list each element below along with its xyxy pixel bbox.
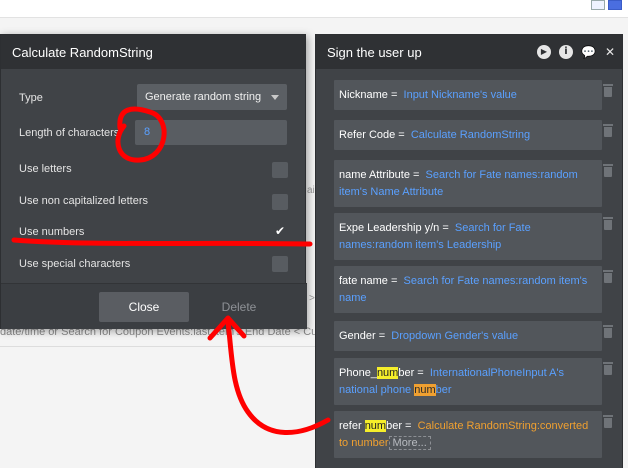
trash-icon[interactable]	[602, 270, 614, 283]
type-dropdown-value: Generate random string	[145, 91, 262, 103]
chevron-down-icon	[271, 95, 279, 100]
delete-button[interactable]: Delete	[204, 292, 274, 322]
view-toggle-active-icon[interactable]	[608, 0, 622, 10]
use-numbers-checkbox[interactable]: ✔	[272, 224, 288, 240]
field-value[interactable]: Dropdown Gender's value	[391, 330, 518, 342]
length-label: Length of characters	[19, 127, 120, 139]
view-toggle-group	[591, 0, 622, 10]
panel-title: Sign the user up	[327, 45, 422, 60]
field-key: name Attribute =	[339, 169, 420, 181]
trash-icon[interactable]	[602, 217, 614, 230]
close-icon[interactable]: ✕	[603, 45, 617, 59]
field-key: Phone_number =	[339, 367, 424, 379]
field-key: Nickname =	[339, 89, 398, 101]
field-row-nickname[interactable]: Nickname = Input Nickname's value	[334, 80, 602, 110]
field-row-name-attribute[interactable]: name Attribute = Search for Fate names:r…	[334, 160, 602, 207]
more-link[interactable]: More...	[388, 436, 431, 450]
trash-icon[interactable]	[602, 415, 614, 428]
field-row-gender[interactable]: Gender = Dropdown Gender's value	[334, 321, 602, 351]
play-icon[interactable]: ▶	[537, 45, 551, 59]
use-letters-checkbox[interactable]	[272, 162, 288, 178]
use-non-capitalized-checkbox[interactable]	[272, 194, 288, 210]
use-numbers-label: Use numbers	[19, 226, 85, 238]
field-key: Expe Leadership y/n =	[339, 222, 449, 234]
field-key: refer number =	[339, 420, 412, 432]
calculate-randomstring-dialog: Calculate RandomString Type Generate ran…	[0, 34, 307, 329]
sign-the-user-up-panel: Sign the user up ▶ i 💬 ✕ Nickname = Inpu…	[315, 34, 623, 468]
field-value[interactable]: Calculate RandomString	[411, 129, 530, 141]
use-special-characters-label: Use special characters	[19, 258, 131, 270]
field-row-refer-number[interactable]: refer number = Calculate RandomString:co…	[334, 411, 602, 458]
checkmark-icon: ✔	[275, 224, 286, 238]
field-row-fate-name[interactable]: fate name = Search for Fate names:random…	[334, 266, 602, 313]
use-non-capitalized-label: Use non capitalized letters	[19, 195, 149, 207]
canvas-fragment: >	[309, 293, 315, 304]
trash-icon[interactable]	[602, 84, 614, 97]
panel-header: Sign the user up ▶ i 💬 ✕	[316, 35, 622, 69]
dialog-title: Calculate RandomString	[1, 35, 305, 69]
field-row-refer-code[interactable]: Refer Code = Calculate RandomString	[334, 120, 602, 150]
type-label: Type	[19, 92, 43, 104]
field-key: fate name =	[339, 275, 398, 287]
field-value[interactable]: Input Nickname's value	[404, 89, 517, 101]
field-key: Gender =	[339, 330, 386, 342]
type-dropdown[interactable]: Generate random string	[137, 84, 287, 110]
trash-icon[interactable]	[602, 362, 614, 375]
comment-icon[interactable]: 💬	[581, 45, 596, 59]
trash-icon[interactable]	[602, 124, 614, 137]
view-toggle-icon[interactable]	[591, 0, 605, 10]
use-special-characters-checkbox[interactable]	[272, 256, 288, 272]
length-input[interactable]: 8	[135, 120, 287, 145]
top-toolbar-strip	[0, 0, 628, 18]
dialog-footer: Close Delete	[1, 283, 307, 329]
trash-icon[interactable]	[602, 164, 614, 177]
trash-icon[interactable]	[602, 325, 614, 338]
canvas-divider	[0, 346, 316, 347]
close-button[interactable]: Close	[99, 292, 189, 322]
use-letters-label: Use letters	[19, 163, 72, 175]
canvas-fragment: ai	[307, 185, 315, 196]
field-row-expe-leadership[interactable]: Expe Leadership y/n = Search for Fate na…	[334, 213, 602, 260]
field-row-phone-number[interactable]: Phone_number = InternationalPhoneInput A…	[334, 358, 602, 405]
info-icon[interactable]: i	[559, 45, 573, 59]
field-key: Refer Code =	[339, 129, 405, 141]
